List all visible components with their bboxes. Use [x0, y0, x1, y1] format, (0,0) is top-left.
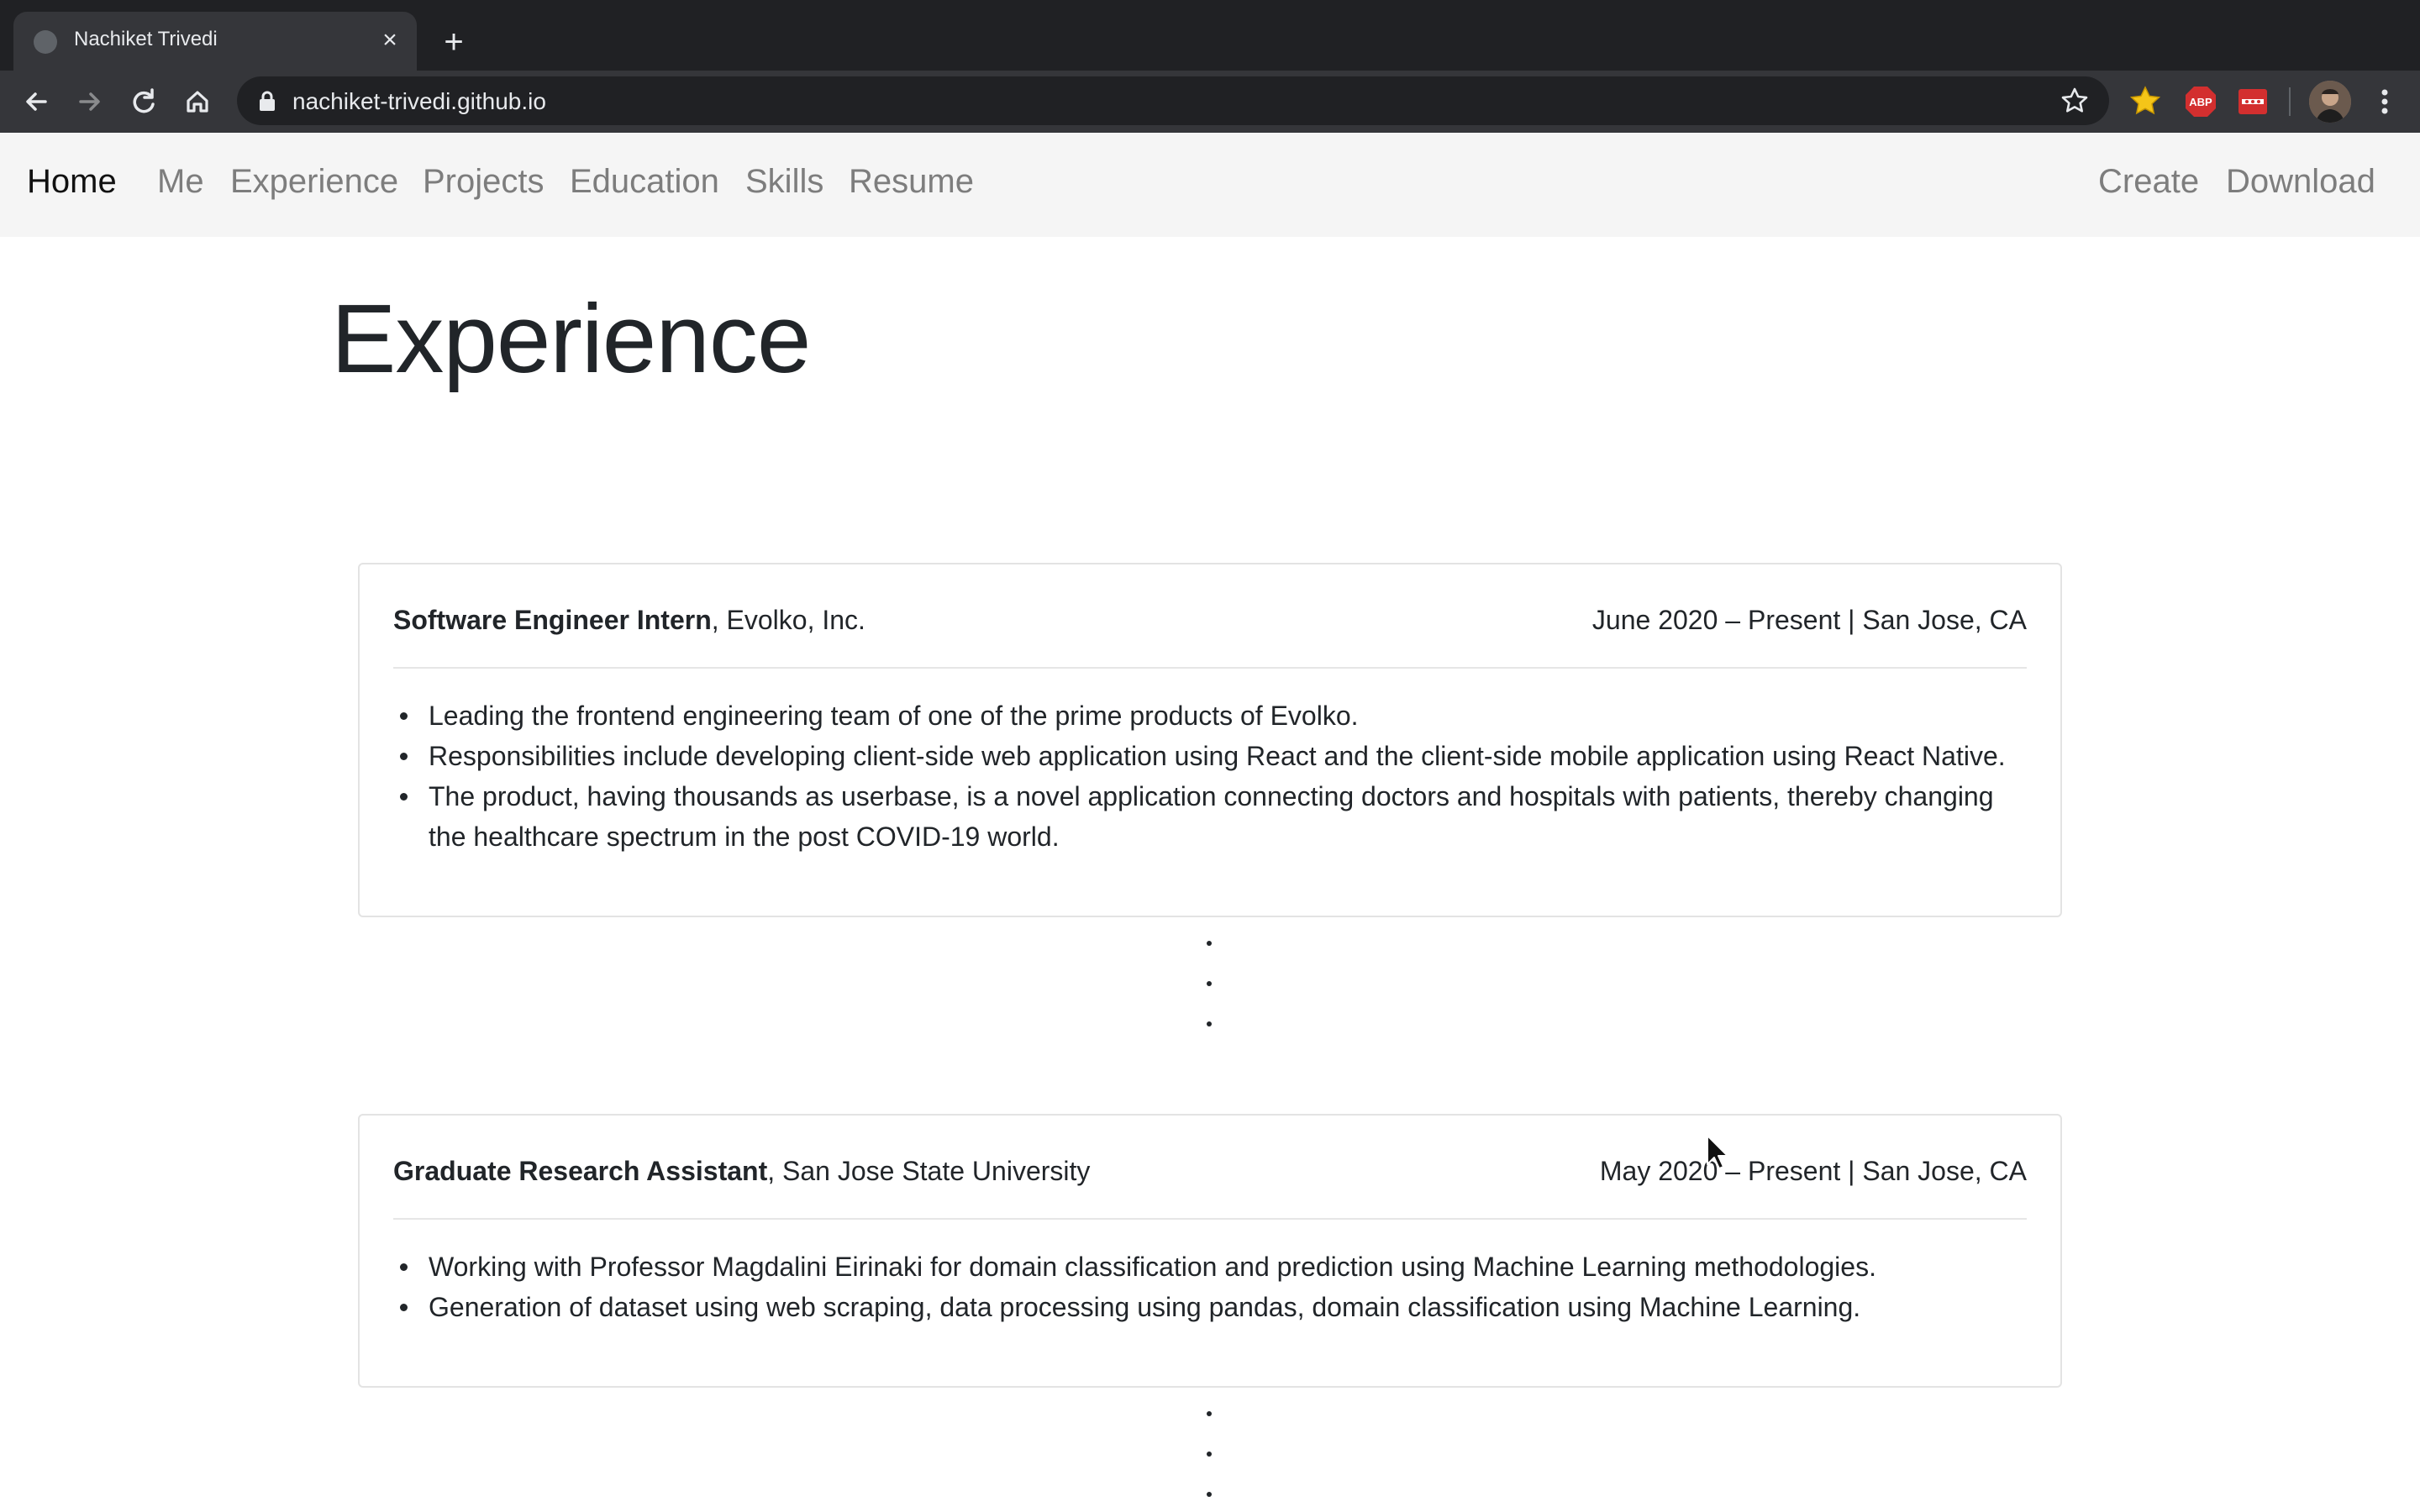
nav-download-link[interactable]: Download [2226, 163, 2375, 201]
experience-card-header: Software Engineer Intern, Evolko, Inc. J… [393, 564, 2027, 669]
separator-dots [1207, 1411, 1213, 1512]
svg-text:ABP: ABP [2189, 96, 2212, 108]
nav-link-skills[interactable]: Skills [745, 163, 823, 201]
browser-toolbar: nachiket-trivedi.github.io ABP [0, 71, 2420, 133]
list-item: Responsibilities include developing clie… [400, 736, 2027, 776]
lock-icon[interactable] [257, 90, 277, 112]
list-item: Working with Professor Magdalini Eirinak… [400, 1247, 2027, 1287]
list-item: The product, having thousands as userbas… [400, 776, 2027, 857]
back-arrow-icon[interactable] [15, 81, 57, 123]
nav-link-education[interactable]: Education [570, 163, 719, 201]
nav-link-projects[interactable]: Projects [423, 163, 544, 201]
nav-link-resume[interactable]: Resume [849, 163, 974, 201]
page-title: Experience [331, 284, 811, 393]
tab-title: Nachiket Trivedi [74, 28, 218, 50]
favorites-star-icon[interactable] [2128, 84, 2163, 119]
experience-role: Graduate Research Assistant, San Jose St… [393, 1156, 1090, 1187]
job-title: Graduate Research Assistant [393, 1156, 768, 1186]
browser-tab-strip: Nachiket Trivedi × + [0, 0, 2420, 71]
separator-dots [1207, 941, 1213, 1062]
nav-link-experience[interactable]: Experience [230, 163, 398, 201]
extension-red-icon[interactable] [2235, 84, 2270, 119]
experience-bullet-list: Working with Professor Magdalini Eirinak… [400, 1247, 2027, 1327]
job-title: Software Engineer Intern [393, 605, 712, 635]
nav-home-link[interactable]: Home [27, 163, 117, 201]
experience-card-header: Graduate Research Assistant, San Jose St… [393, 1116, 2027, 1220]
company-name: , Evolko, Inc. [711, 605, 865, 635]
mouse-cursor-icon [1706, 1134, 1731, 1171]
list-item: Leading the frontend engineering team of… [400, 696, 2027, 736]
browser-tab[interactable]: Nachiket Trivedi × [13, 12, 417, 71]
list-item: Generation of dataset using web scraping… [400, 1287, 2027, 1327]
experience-card: Software Engineer Intern, Evolko, Inc. J… [358, 563, 2062, 917]
new-tab-icon[interactable]: + [435, 24, 472, 60]
bookmark-star-icon[interactable] [2059, 85, 2091, 117]
experience-bullet-list: Leading the frontend engineering team of… [400, 696, 2027, 857]
experience-dates-location: June 2020 – Present | San Jose, CA [1591, 605, 2027, 635]
nav-link-me[interactable]: Me [157, 163, 204, 201]
home-icon[interactable] [176, 81, 218, 123]
close-tab-icon[interactable]: × [375, 25, 405, 55]
browser-menu-icon[interactable] [2368, 81, 2402, 123]
site-navbar: Home Me Experience Projects Education Sk… [0, 133, 2420, 237]
address-bar[interactable]: nachiket-trivedi.github.io [237, 76, 2109, 125]
experience-card: Graduate Research Assistant, San Jose St… [358, 1114, 2062, 1388]
nav-create-link[interactable]: Create [2098, 163, 2199, 201]
company-name: , San Jose State University [767, 1156, 1091, 1186]
globe-favicon-icon [34, 30, 57, 54]
toolbar-separator [2289, 87, 2291, 116]
url-text[interactable]: nachiket-trivedi.github.io [292, 88, 546, 115]
adblock-plus-icon[interactable]: ABP [2183, 84, 2218, 119]
reload-icon[interactable] [123, 81, 165, 123]
experience-dates-location: May 2020 – Present | San Jose, CA [1599, 1156, 2027, 1186]
profile-avatar[interactable] [2309, 81, 2351, 123]
experience-role: Software Engineer Intern, Evolko, Inc. [393, 605, 865, 636]
forward-arrow-icon[interactable] [69, 81, 111, 123]
